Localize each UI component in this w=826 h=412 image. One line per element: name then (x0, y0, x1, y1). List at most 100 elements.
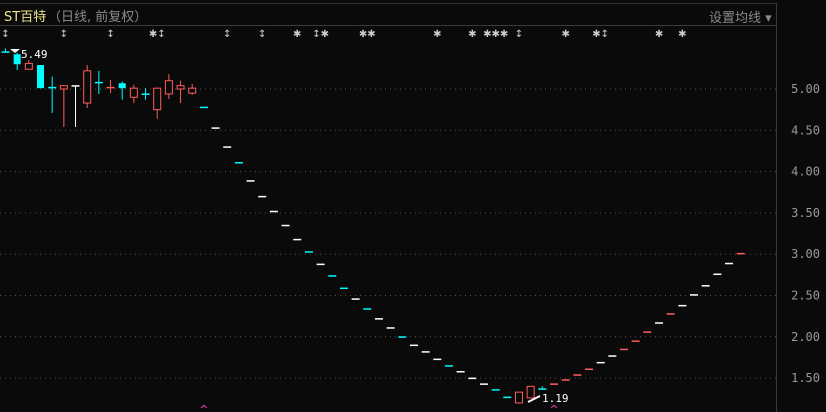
y-tick-label: 4.50 (791, 123, 820, 137)
candle-body (141, 93, 150, 95)
candle (690, 294, 699, 296)
candle (421, 351, 430, 353)
candle (13, 52, 21, 71)
candle-body (538, 388, 547, 390)
y-tick-label: 4.00 (791, 165, 820, 179)
candle (141, 88, 150, 100)
candle-body (678, 304, 687, 307)
event-marker-icon[interactable]: ✱ (433, 29, 441, 40)
candle (678, 304, 687, 307)
candle (94, 70, 103, 94)
event-marker-icon[interactable]: ✱ (561, 29, 569, 40)
candle-body (71, 85, 80, 87)
candle (164, 74, 173, 99)
candle-body (666, 313, 675, 315)
candle-body (234, 162, 243, 164)
candle-body (363, 308, 372, 310)
candle (620, 348, 629, 351)
candle-body (351, 298, 360, 300)
candle (398, 336, 407, 338)
candle (585, 368, 593, 371)
candle-body (304, 251, 313, 253)
candle (211, 127, 220, 129)
candle-body (106, 86, 115, 89)
candle (549, 383, 558, 385)
candle (328, 275, 337, 277)
candle (363, 308, 372, 310)
candle-body (118, 83, 126, 89)
candle (631, 340, 640, 342)
candle (444, 365, 453, 367)
y-tick-label: 3.50 (791, 206, 820, 220)
candle (374, 318, 383, 320)
candle-body (479, 383, 488, 385)
min-price-label: 1.19 (542, 392, 569, 405)
event-marker-icon[interactable]: ✱✱ (359, 29, 376, 40)
candle (701, 285, 710, 287)
event-marker-icon[interactable]: ✱ (293, 29, 301, 40)
candle (48, 76, 57, 113)
candle (1, 48, 10, 53)
candle-body (608, 355, 617, 357)
candle-body (585, 368, 593, 371)
candle (736, 252, 745, 255)
event-marker-icon[interactable]: ✱ (655, 29, 663, 40)
max-price-label: 5.49 (21, 48, 48, 61)
candle (83, 65, 92, 108)
candle (479, 383, 488, 385)
event-marker-icon[interactable]: ✱↕ (592, 29, 609, 40)
candle (538, 386, 547, 390)
event-marker-icon[interactable]: ✱↕ (149, 29, 166, 40)
candle (468, 377, 477, 380)
event-marker-icon[interactable]: ✱ (678, 29, 686, 40)
candle-body (398, 336, 407, 338)
candle (304, 251, 313, 253)
event-marker-icon[interactable]: ✱ (468, 29, 476, 40)
candle (316, 263, 325, 266)
event-marker-icon[interactable]: ↕ (258, 29, 266, 40)
candle-body (561, 379, 570, 381)
candle (129, 84, 138, 104)
candle-body (48, 86, 57, 89)
candle (351, 298, 360, 300)
y-tick-label: 1.50 (791, 371, 820, 385)
candle-body (620, 348, 629, 351)
event-marker-icon[interactable]: ✱✱✱ (483, 29, 508, 40)
candle-body (316, 263, 325, 266)
candle-body (444, 365, 453, 367)
candle (655, 322, 664, 324)
candle (608, 355, 617, 357)
candle (503, 396, 512, 399)
candle (596, 361, 605, 364)
candle-body (24, 62, 33, 70)
candle (666, 313, 675, 315)
candle-body (281, 224, 290, 227)
event-marker-icon[interactable]: ↕ (1, 29, 9, 40)
candle-body (59, 85, 68, 90)
candle (176, 80, 185, 104)
candle (433, 358, 442, 361)
candle (223, 146, 232, 148)
candle (573, 374, 582, 376)
candle-body (211, 127, 220, 129)
event-marker-icon[interactable]: ↕ (106, 29, 114, 40)
candle-body (129, 87, 138, 98)
candle (59, 85, 68, 127)
candle (106, 79, 115, 94)
candle-body (1, 51, 10, 53)
candle-body (386, 327, 395, 329)
event-marker-icon[interactable]: ↕ (60, 29, 68, 40)
candle-body (433, 358, 442, 361)
candle-body (549, 383, 558, 385)
event-marker-icon[interactable]: ↕ (223, 29, 231, 40)
candle-body (491, 389, 500, 391)
candle-body (421, 351, 430, 353)
signal-marker-icon: ^ (199, 403, 208, 412)
candle (188, 84, 197, 95)
candle (71, 85, 80, 127)
candle-body (374, 318, 383, 320)
candlestick-chart[interactable]: 5.004.504.003.503.002.502.001.50↕ ↕ ↕ ✱↕ ↕ ↕ ✱… (0, 0, 826, 412)
event-marker-icon[interactable]: ↕ (515, 29, 523, 40)
candle-body (701, 285, 710, 287)
event-marker-icon[interactable]: ↕✱ (312, 29, 329, 40)
